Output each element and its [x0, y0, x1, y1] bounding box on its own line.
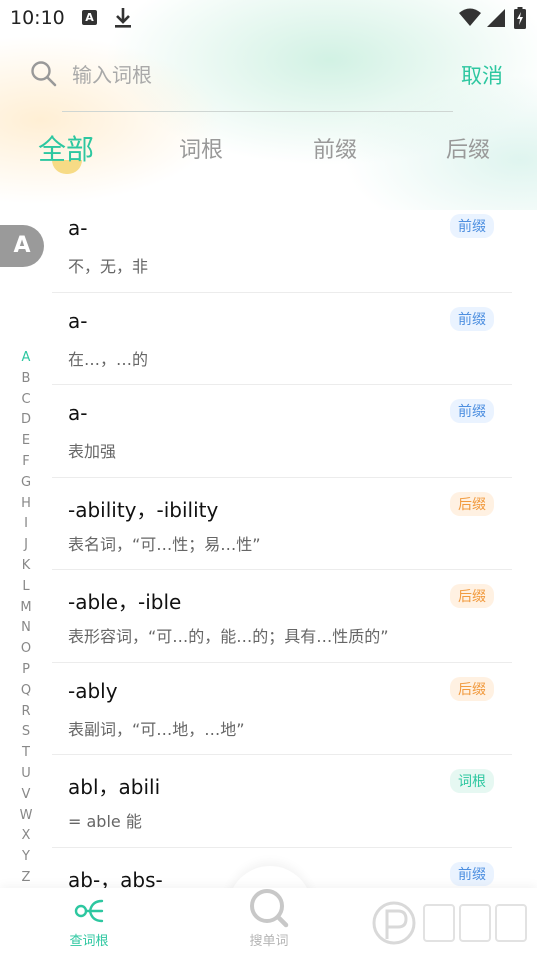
- list-item[interactable]: a- 不，无，非 前缀: [52, 200, 512, 293]
- entry-meaning: 不，无，非: [68, 257, 149, 276]
- search-word-icon: [250, 889, 289, 928]
- index-letter-a[interactable]: A: [16, 348, 36, 369]
- list-item[interactable]: -ably 表副词，“可…地，…地” 后缀: [52, 663, 512, 755]
- type-badge: 词根: [450, 769, 494, 793]
- entry-meaning: 表名词，“可…性；易…性”: [68, 534, 261, 554]
- tab-prefixes[interactable]: 前缀: [313, 132, 357, 164]
- entry-title: a-: [68, 216, 88, 240]
- index-letter-k[interactable]: K: [16, 556, 36, 577]
- list-item[interactable]: -able，-ible 表形容词，“可…的，能…的；具有…性质的” 后缀: [52, 570, 512, 663]
- index-letter-x[interactable]: X: [16, 826, 36, 847]
- search-icon: [31, 61, 57, 87]
- nav-label: 查词根: [69, 934, 109, 949]
- type-badge: 后缀: [450, 584, 494, 608]
- index-letter-v[interactable]: V: [16, 785, 36, 806]
- status-bar: 10:10 A: [0, 0, 537, 36]
- type-badge: 前缀: [450, 306, 494, 331]
- type-badge: 前缀: [450, 861, 494, 886]
- entry-meaning: 表形容词，“可…的，能…的；具有…性质的”: [68, 627, 389, 646]
- entry-meaning: 在…，…的: [68, 349, 149, 369]
- current-letter-indicator: A: [0, 225, 44, 267]
- list-item[interactable]: abl，abili = able 能 词根: [52, 755, 512, 848]
- nav-item-root-lookup[interactable]: 查词根: [34, 888, 144, 956]
- index-letter-p[interactable]: P: [16, 660, 36, 681]
- index-letter-j[interactable]: J: [16, 535, 36, 556]
- index-letter-c[interactable]: C: [16, 390, 36, 411]
- index-letter-u[interactable]: U: [16, 764, 36, 785]
- list-item[interactable]: -ability，-ibility 表名词，“可…性；易…性” 后缀: [52, 478, 512, 570]
- list-item[interactable]: a- 表加强 前缀: [52, 385, 512, 478]
- index-letter-y[interactable]: Y: [16, 847, 36, 868]
- tab-all[interactable]: 全部: [38, 128, 94, 168]
- entry-meaning: 表副词，“可…地，…地”: [68, 719, 245, 739]
- nav-item-word-search[interactable]: 搜单词: [214, 888, 324, 956]
- category-tabs: 全部 词根 前缀 后缀: [0, 132, 537, 182]
- signal-icon: [487, 9, 505, 27]
- index-letter-f[interactable]: F: [16, 452, 36, 473]
- status-time: 10:10: [10, 7, 65, 29]
- search-underline: [62, 111, 453, 112]
- index-letter-w[interactable]: W: [16, 806, 36, 827]
- index-letter-o[interactable]: O: [16, 639, 36, 660]
- type-badge: 前缀: [450, 399, 494, 423]
- download-icon: [115, 8, 131, 28]
- index-letter-z[interactable]: Z: [16, 868, 36, 889]
- cancel-button[interactable]: 取消: [461, 60, 503, 90]
- type-badge: 前缀: [450, 214, 494, 238]
- entry-title: -ably: [68, 678, 118, 703]
- index-letter-m[interactable]: M: [16, 598, 36, 619]
- entry-title: -able，-ible: [68, 590, 182, 614]
- root-tree-icon: [74, 899, 104, 923]
- type-badge: 后缀: [450, 676, 494, 701]
- nav-label: 搜单词: [249, 934, 289, 949]
- index-letter-r[interactable]: R: [16, 702, 36, 723]
- battery-icon: [514, 7, 526, 29]
- entry-title: a-: [68, 401, 88, 425]
- entry-title: -ability，-ibility: [68, 497, 219, 522]
- index-letter-q[interactable]: Q: [16, 681, 36, 702]
- index-letter-l[interactable]: L: [16, 577, 36, 598]
- index-letter-b[interactable]: B: [16, 369, 36, 390]
- tab-roots[interactable]: 词根: [179, 132, 223, 164]
- index-letter-n[interactable]: N: [16, 618, 36, 639]
- entry-meaning: = able 能: [68, 812, 142, 831]
- index-letter-i[interactable]: I: [16, 514, 36, 535]
- entry-title: a-: [68, 308, 88, 333]
- index-letter-e[interactable]: E: [16, 431, 36, 452]
- index-letter-s[interactable]: S: [16, 722, 36, 743]
- index-letter-d[interactable]: D: [16, 410, 36, 431]
- watermark-logo: [372, 901, 527, 945]
- entry-meaning: 表加强: [68, 442, 117, 461]
- search-input[interactable]: [70, 57, 434, 93]
- index-letter-h[interactable]: H: [16, 494, 36, 515]
- tab-suffixes[interactable]: 后缀: [446, 132, 490, 164]
- a-notification-icon: A: [82, 10, 97, 25]
- entry-title: abl，abili: [68, 775, 161, 799]
- wifi-icon: [459, 8, 481, 26]
- index-letter-t[interactable]: T: [16, 743, 36, 764]
- index-letter-g[interactable]: G: [16, 473, 36, 494]
- alphabet-index-bar[interactable]: A B C D E F G H I J K L M N O P Q R S T …: [16, 348, 36, 889]
- list-item[interactable]: a- 在…，…的 前缀: [52, 293, 512, 385]
- type-badge: 后缀: [450, 491, 494, 516]
- root-entry-list: a- 不，无，非 前缀 a- 在…，…的 前缀 a- 表加强 前缀 -abili…: [52, 200, 512, 940]
